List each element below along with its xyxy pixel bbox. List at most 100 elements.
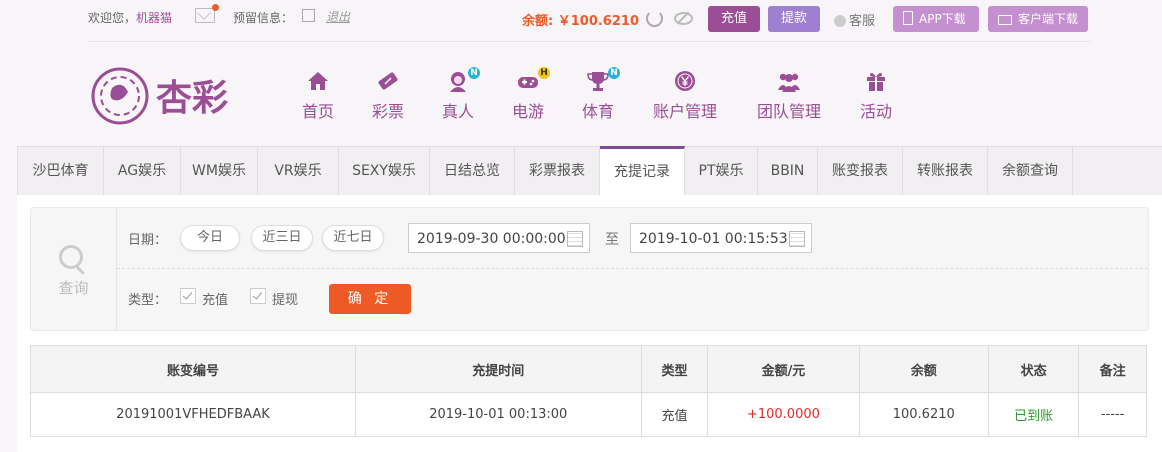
cell-transaction-id: 20191001VFHEDFBAAK <box>30 392 356 437</box>
cell-status: 已到账 <box>987 392 1080 437</box>
nav-egame-label: 电游 <box>511 102 544 121</box>
nav-team[interactable]: 团队管理 <box>755 70 823 122</box>
unread-dot <box>212 4 219 11</box>
refresh-icon[interactable] <box>646 10 663 27</box>
search-icon <box>59 245 83 269</box>
nav-egame[interactable]: H 电游 <box>511 67 550 122</box>
col-time: 充提时间 <box>354 345 642 393</box>
logout-link[interactable]: 退出 <box>326 8 350 25</box>
tab-ag[interactable]: AG娱乐 <box>104 147 181 195</box>
recharge-checkbox-label: 充值 <box>202 293 229 308</box>
tab-balance-query[interactable]: 余额查询 <box>988 147 1073 195</box>
hide-balance-icon[interactable] <box>674 12 693 25</box>
nav-live-label: 真人 <box>441 102 474 121</box>
date-range-separator: 至 <box>605 232 619 248</box>
mail-icon[interactable] <box>195 4 219 23</box>
trophy-icon: N <box>586 67 620 92</box>
phone-icon <box>903 11 913 25</box>
client-download-button[interactable]: 客户端下载 <box>988 6 1088 32</box>
monitor-icon <box>998 15 1012 25</box>
col-status: 状态 <box>987 345 1080 393</box>
welcome-text: 欢迎您，机器猫 <box>88 9 172 26</box>
service-label: 客服 <box>849 14 876 29</box>
records-table: 账变编号 充提时间 类型 金额/元 余额 状态 备注 20191001VFHED… <box>30 345 1147 437</box>
tab-bbin[interactable]: BBIN <box>758 147 818 195</box>
tab-wm[interactable]: WM娱乐 <box>181 147 258 195</box>
nav-sports-label: 体育 <box>581 102 614 121</box>
tab-saba-sports[interactable]: 沙巴体育 <box>18 147 104 195</box>
col-transaction-id: 账变编号 <box>30 345 356 393</box>
content-panel: 查询 日期： 今日 近三日 近七日 2019-09-30 00:00:00 至 … <box>17 195 1162 452</box>
nav-lottery-label: 彩票 <box>371 102 404 121</box>
end-date-input[interactable]: 2019-10-01 00:15:53 <box>630 223 812 253</box>
gamepad-icon: H <box>516 67 550 92</box>
type-label: 类型： <box>128 293 168 308</box>
col-balance: 余额 <box>858 345 989 393</box>
top-bar: 欢迎您，机器猫 预留信息： 退出 余额: ￥100.6210 充值 提款 客服 … <box>0 0 1162 40</box>
tab-vr[interactable]: VR娱乐 <box>258 147 339 195</box>
tab-lottery-report[interactable]: 彩票报表 <box>515 147 600 195</box>
nav-sports[interactable]: N 体育 <box>581 67 620 122</box>
nav-home[interactable]: 首页 <box>301 70 335 122</box>
balance-display: 余额: ￥100.6210 <box>522 10 639 29</box>
cell-balance: 100.6210 <box>858 392 989 437</box>
home-icon <box>306 70 330 92</box>
cell-amount: +100.0000 <box>707 392 860 437</box>
start-date-input[interactable]: 2019-09-30 00:00:00 <box>408 223 590 253</box>
cell-remark: ----- <box>1078 392 1147 437</box>
query-label: 查询 <box>58 279 89 297</box>
withdraw-checkbox[interactable] <box>250 288 266 304</box>
dealer-icon: N <box>446 67 480 92</box>
withdraw-checkbox-label: 提现 <box>272 293 299 308</box>
balance-value: ￥100.6210 <box>557 14 639 29</box>
app-download-button[interactable]: APP下载 <box>893 6 979 32</box>
withdraw-button[interactable]: 提款 <box>768 6 820 32</box>
calendar-icon[interactable] <box>789 231 805 247</box>
recharge-checkbox[interactable] <box>180 288 196 304</box>
tab-daily-summary[interactable]: 日结总览 <box>430 147 515 195</box>
calendar-icon[interactable] <box>567 231 583 247</box>
end-date-value: 2019-10-01 00:15:53 <box>639 231 788 247</box>
nav-activity-label: 活动 <box>859 102 892 121</box>
start-date-value: 2019-09-30 00:00:00 <box>417 231 566 247</box>
nav-live[interactable]: N 真人 <box>441 67 480 122</box>
yen-icon <box>673 70 697 92</box>
service-icon <box>834 15 846 27</box>
tab-transfer-report[interactable]: 转账报表 <box>903 147 988 195</box>
report-tabs: 沙巴体育 AG娱乐 WM娱乐 VR娱乐 SEXY娱乐 日结总览 彩票报表 充提记… <box>17 146 1162 196</box>
app-download-label: APP下载 <box>919 12 966 26</box>
table-header-row: 账变编号 充提时间 类型 金额/元 余额 状态 备注 <box>30 345 1147 393</box>
tab-account-change-report[interactable]: 账变报表 <box>818 147 903 195</box>
nav-account[interactable]: 账户管理 <box>651 70 719 122</box>
team-icon <box>777 70 801 92</box>
recharge-button[interactable]: 充值 <box>708 6 760 32</box>
col-type: 类型 <box>640 345 709 393</box>
tab-sexy[interactable]: SEXY娱乐 <box>339 147 430 195</box>
balance-label: 余额: <box>522 14 554 29</box>
nav-lottery[interactable]: 彩票 <box>371 70 405 122</box>
tab-pt[interactable]: PT娱乐 <box>685 147 758 195</box>
hot-badge: H <box>538 67 550 79</box>
new-badge: N <box>468 67 480 79</box>
row-separator <box>117 268 1148 269</box>
query-panel: 查询 日期： 今日 近三日 近七日 2019-09-30 00:00:00 至 … <box>30 207 1149 331</box>
last-3-days-button[interactable]: 近三日 <box>251 225 313 251</box>
nav-home-label: 首页 <box>301 102 334 121</box>
cell-time: 2019-10-01 00:13:00 <box>354 392 642 437</box>
nav-activity[interactable]: 活动 <box>859 70 893 122</box>
last-7-days-button[interactable]: 近七日 <box>322 225 384 251</box>
customer-service-link[interactable]: 客服 <box>834 10 875 29</box>
today-button[interactable]: 今日 <box>180 225 240 251</box>
edit-icon[interactable] <box>302 9 315 22</box>
new-badge: N <box>608 67 620 79</box>
nav-account-label: 账户管理 <box>652 102 717 121</box>
cell-type: 充值 <box>640 392 709 437</box>
username[interactable]: 机器猫 <box>136 11 172 25</box>
tab-deposit-withdraw-records[interactable]: 充提记录 <box>600 146 685 195</box>
gift-icon <box>864 70 888 92</box>
confirm-button[interactable]: 确 定 <box>329 284 411 314</box>
logo[interactable]: 杏彩 <box>90 66 240 126</box>
col-amount: 金额/元 <box>707 345 860 393</box>
client-download-label: 客户端下载 <box>1018 12 1079 26</box>
ticket-icon <box>376 70 400 92</box>
